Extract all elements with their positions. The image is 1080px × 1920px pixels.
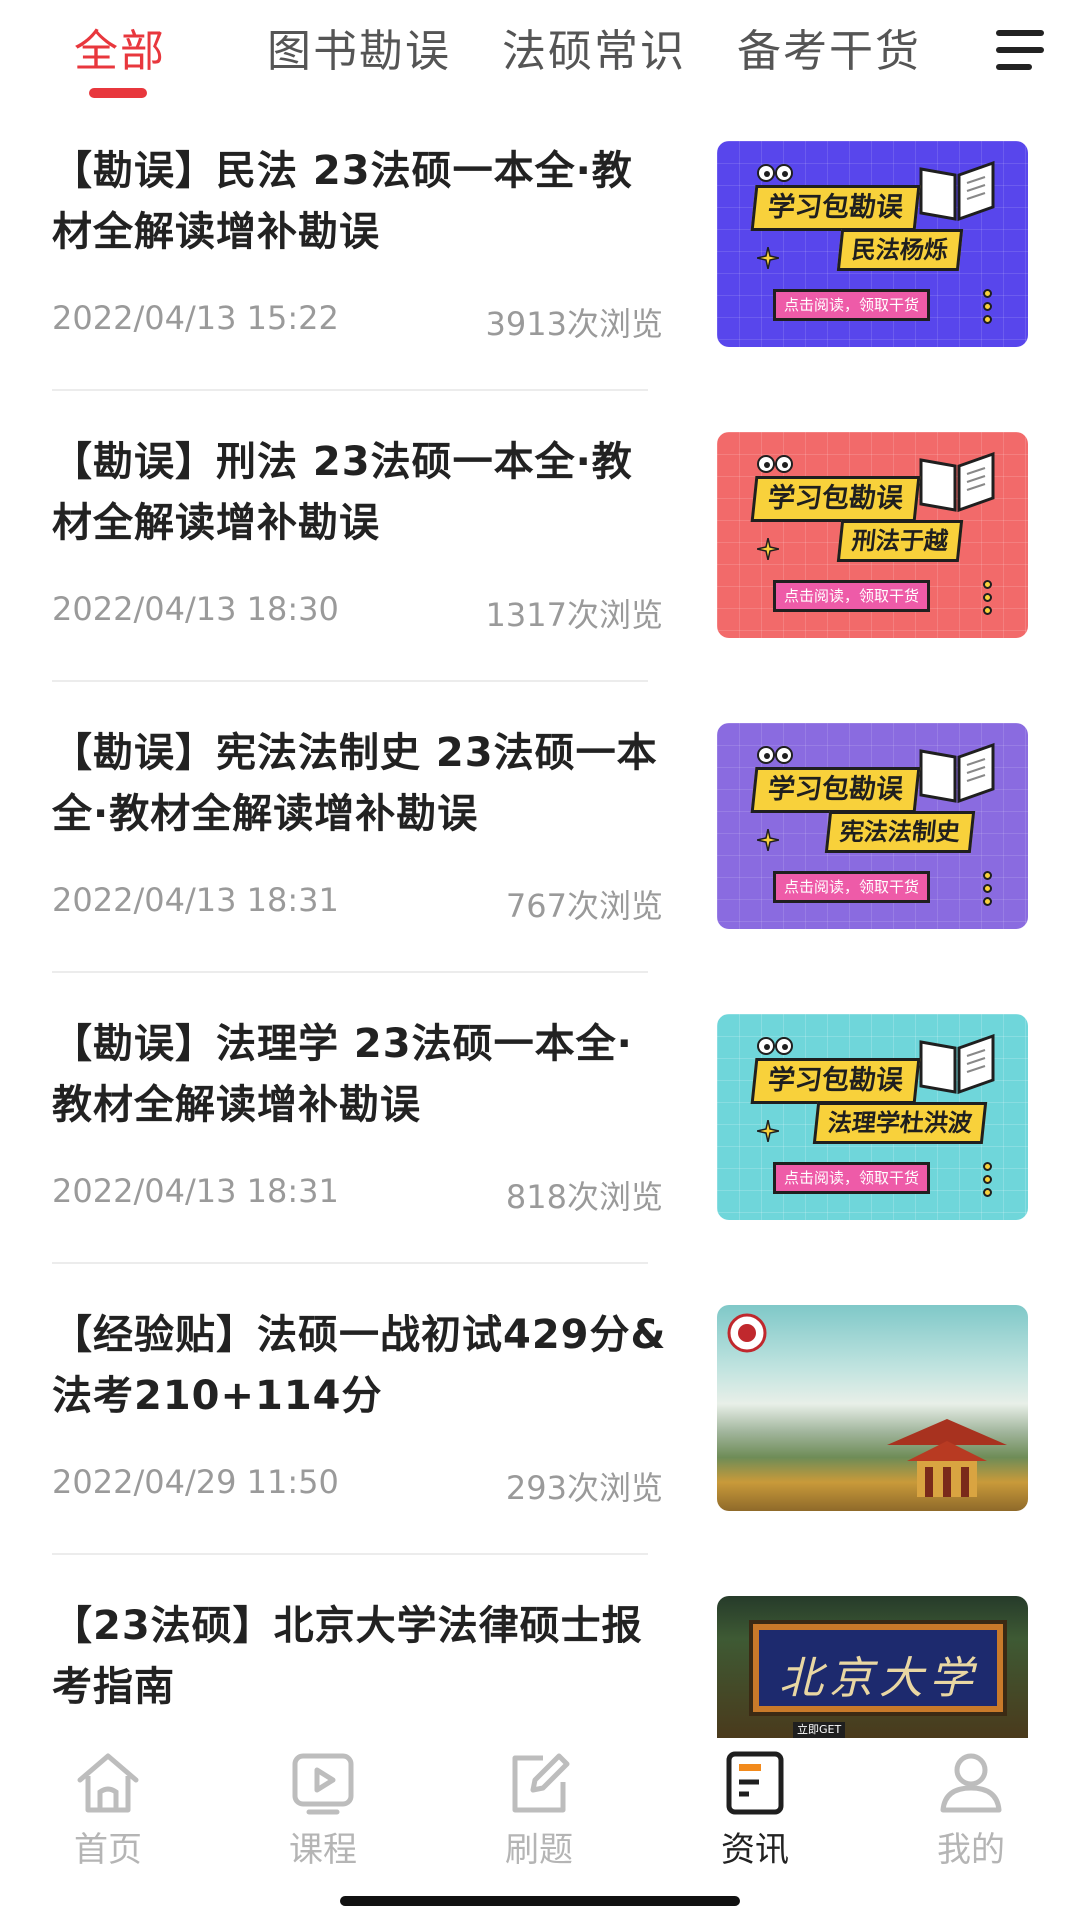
dots-decoration xyxy=(983,871,993,910)
sign-text: 北京大学 xyxy=(779,1653,979,1704)
article-title: 【勘误】法理学 23法硕一本全·教材全解读增补勘误 xyxy=(52,1021,633,1128)
nav-course-label: 课程 xyxy=(289,1830,357,1870)
article-title: 【勘误】宪法法制史 23法硕一本全·教材全解读增补勘误 xyxy=(52,730,658,837)
banner-title: 学习包勘误 xyxy=(750,767,921,813)
article-title: 【勘误】民法 23法硕一本全·教材全解读增补勘误 xyxy=(52,148,633,255)
article-item[interactable]: 【勘误】民法 23法硕一本全·教材全解读增补勘误 2022/04/13 15:2… xyxy=(0,118,1080,409)
banner-title: 学习包勘误 xyxy=(750,476,921,522)
open-book-icon xyxy=(919,742,995,804)
article-date: 2022/04/13 18:31 xyxy=(52,1172,339,1210)
article-item[interactable]: 【经验贴】法硕一战初试429分&法考210+114分 2022/04/29 11… xyxy=(0,1282,1080,1573)
nav-course[interactable]: 课程 xyxy=(263,1748,383,1878)
news-icon xyxy=(726,1751,784,1815)
nav-news[interactable]: 资讯 xyxy=(695,1748,815,1878)
article-views: 293次浏览 xyxy=(505,1469,663,1507)
article-thumbnail: 学习包勘误 刑法于越 点击阅读，领取干货 xyxy=(717,432,1028,638)
article-title: 【勘误】刑法 23法硕一本全·教材全解读增补勘误 xyxy=(52,439,633,546)
nav-practice[interactable]: 刷题 xyxy=(479,1748,599,1878)
course-play-icon xyxy=(292,1753,354,1815)
edit-icon xyxy=(512,1753,570,1813)
article-list: 【勘误】民法 23法硕一本全·教材全解读增补勘误 2022/04/13 15:2… xyxy=(0,118,1080,1738)
nav-news-label: 资讯 xyxy=(721,1830,789,1870)
article-thumbnail: 学习包勘误 法理学杜洪波 点击阅读，领取干货 xyxy=(717,1014,1028,1220)
banner-subtitle: 刑法于越 xyxy=(836,520,964,562)
banner-cta: 点击阅读，领取干货 xyxy=(773,580,931,612)
open-book-icon xyxy=(919,451,995,513)
article-item[interactable]: 【勘误】宪法法制史 23法硕一本全·教材全解读增补勘误 2022/04/13 1… xyxy=(0,700,1080,991)
sparkle-icon xyxy=(757,538,779,560)
tab-law-master-knowledge[interactable]: 法硕常识 xyxy=(502,22,686,82)
divider xyxy=(52,389,648,391)
article-thumbnail: 北京大学 立即GET xyxy=(717,1596,1028,1738)
sparkle-icon xyxy=(757,829,779,851)
get-badge: 立即GET xyxy=(793,1722,846,1738)
eyes-icon xyxy=(757,164,793,182)
article-title: 【经验贴】法硕一战初试429分&法考210+114分 xyxy=(52,1312,667,1419)
sparkle-icon xyxy=(757,1120,779,1142)
banner-subtitle: 法理学杜洪波 xyxy=(812,1102,988,1144)
banner-subtitle: 民法杨烁 xyxy=(836,229,964,271)
article-item[interactable]: 【23法硕】北京大学法律硕士报考指南 北京大学 立即GET xyxy=(0,1573,1080,1738)
article-views: 3913次浏览 xyxy=(485,305,663,343)
bottom-navigation: 首页 课程 刷题 资讯 我的 xyxy=(0,1738,1080,1920)
article-item[interactable]: 【勘误】刑法 23法硕一本全·教材全解读增补勘误 2022/04/13 18:3… xyxy=(0,409,1080,700)
article-item[interactable]: 【勘误】法理学 23法硕一本全·教材全解读增补勘误 2022/04/13 18:… xyxy=(0,991,1080,1282)
divider xyxy=(52,680,648,682)
article-date: 2022/04/13 18:30 xyxy=(52,590,339,628)
eyes-icon xyxy=(757,455,793,473)
article-thumbnail xyxy=(717,1305,1028,1511)
banner-cta: 点击阅读，领取干货 xyxy=(773,289,931,321)
tab-book-errata[interactable]: 图书勘误 xyxy=(267,22,451,82)
sparkle-icon xyxy=(757,247,779,269)
open-book-icon xyxy=(919,1033,995,1095)
nav-profile-label: 我的 xyxy=(937,1830,1005,1870)
dots-decoration xyxy=(983,580,993,619)
banner-cta: 点击阅读，领取干货 xyxy=(773,1162,931,1194)
active-tab-indicator xyxy=(89,88,147,98)
nav-home-label: 首页 xyxy=(74,1830,142,1870)
tab-all[interactable]: 全部 xyxy=(74,22,166,82)
banner-title: 学习包勘误 xyxy=(750,1058,921,1104)
pavilion-illustration xyxy=(887,1419,1007,1497)
banner-subtitle: 宪法法制史 xyxy=(824,811,976,853)
nav-practice-label: 刷题 xyxy=(505,1830,573,1870)
nav-profile[interactable]: 我的 xyxy=(911,1748,1031,1878)
nav-home[interactable]: 首页 xyxy=(48,1748,168,1878)
tab-exam-prep-tips[interactable]: 备考干货 xyxy=(737,22,921,82)
article-thumbnail: 学习包勘误 宪法法制史 点击阅读，领取干货 xyxy=(717,723,1028,929)
divider xyxy=(52,1553,648,1555)
dots-decoration xyxy=(983,1162,993,1201)
divider xyxy=(52,971,648,973)
profile-icon xyxy=(940,1753,1002,1813)
article-thumbnail: 学习包勘误 民法杨烁 点击阅读，领取干货 xyxy=(717,141,1028,347)
menu-icon[interactable] xyxy=(996,30,1046,72)
home-indicator[interactable] xyxy=(340,1896,740,1906)
article-views: 1317次浏览 xyxy=(485,596,663,634)
category-tab-bar: 全部 图书勘误 法硕常识 备考干货 xyxy=(0,0,1080,118)
article-views: 818次浏览 xyxy=(505,1178,663,1216)
eyes-icon xyxy=(757,1037,793,1055)
article-views: 767次浏览 xyxy=(505,887,663,925)
eyes-icon xyxy=(757,746,793,764)
banner-title: 学习包勘误 xyxy=(750,185,921,231)
article-date: 2022/04/13 18:31 xyxy=(52,881,339,919)
university-logo-icon xyxy=(727,1313,767,1353)
article-title: 【23法硕】北京大学法律硕士报考指南 xyxy=(52,1603,643,1710)
banner-cta: 点击阅读，领取干货 xyxy=(773,871,931,903)
article-date: 2022/04/13 15:22 xyxy=(52,299,339,337)
open-book-icon xyxy=(919,160,995,222)
home-icon xyxy=(77,1753,139,1813)
article-date: 2022/04/29 11:50 xyxy=(52,1463,339,1501)
dots-decoration xyxy=(983,289,993,328)
divider xyxy=(52,1262,648,1264)
